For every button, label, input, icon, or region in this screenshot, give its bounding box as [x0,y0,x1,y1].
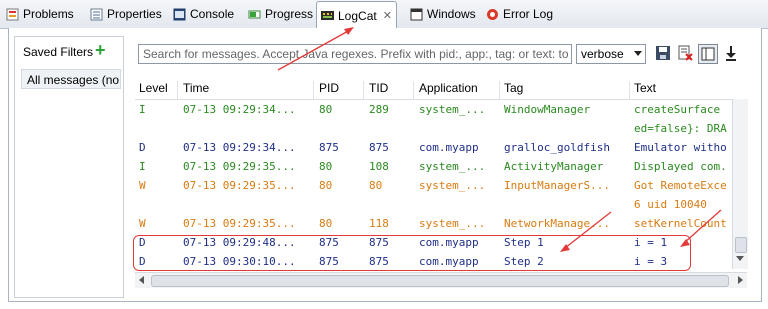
arrow-annotation [277,29,351,71]
arrowhead [680,239,690,247]
arrow-annotation [683,209,722,244]
annotation-arrows [277,27,722,252]
arrowhead [344,27,354,35]
arrow-annotation [564,211,612,249]
